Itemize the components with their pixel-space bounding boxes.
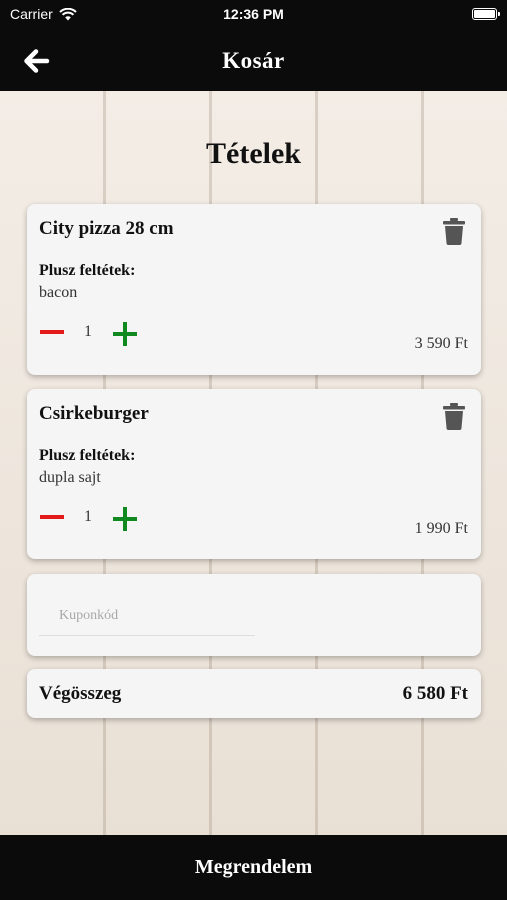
extras-value: dupla sajt <box>39 469 101 486</box>
total-value: 6 580 Ft <box>402 683 468 704</box>
extras-value: bacon <box>39 284 78 301</box>
coupon-input[interactable] <box>39 602 255 636</box>
page-title: Kosár <box>222 48 285 73</box>
item-price: 3 590 Ft <box>414 335 468 352</box>
item-name: City pizza 28 cm <box>39 218 174 239</box>
delete-item-button[interactable] <box>443 218 465 245</box>
order-button-label: Megrendelem <box>194 856 313 878</box>
increase-quantity-button[interactable] <box>113 322 137 346</box>
status-time: 12:36 PM <box>223 6 284 22</box>
item-name: Csirkeburger <box>39 403 149 424</box>
delete-item-button[interactable] <box>443 403 465 430</box>
order-button[interactable]: Megrendelem <box>0 835 507 900</box>
cart-content: Tételek City pizza 28 cm Plusz feltétek:… <box>0 91 507 835</box>
coupon-card <box>27 574 481 656</box>
cart-item-card: Csirkeburger Plusz feltétek: dupla sajt … <box>27 389 481 559</box>
section-title: Tételek <box>206 137 301 170</box>
increase-quantity-button[interactable] <box>113 507 137 531</box>
trash-icon <box>443 218 465 245</box>
cart-item-card: City pizza 28 cm Plusz feltétek: bacon 1… <box>27 204 481 375</box>
total-label: Végösszeg <box>39 683 122 704</box>
trash-icon <box>443 403 465 430</box>
item-price: 1 990 Ft <box>414 520 468 537</box>
extras-label: Plusz feltétek: <box>39 447 136 464</box>
quantity-value: 1 <box>84 323 92 340</box>
quantity-value: 1 <box>84 508 92 525</box>
extras-label: Plusz feltétek: <box>39 262 136 279</box>
decrease-quantity-button[interactable] <box>40 507 64 529</box>
battery-icon <box>472 8 500 20</box>
nav-bar: Kosár <box>0 30 507 91</box>
status-bar: Carrier 12:36 PM <box>0 0 507 30</box>
total-card: Végösszeg 6 580 Ft <box>27 669 481 718</box>
decrease-quantity-button[interactable] <box>40 322 64 344</box>
